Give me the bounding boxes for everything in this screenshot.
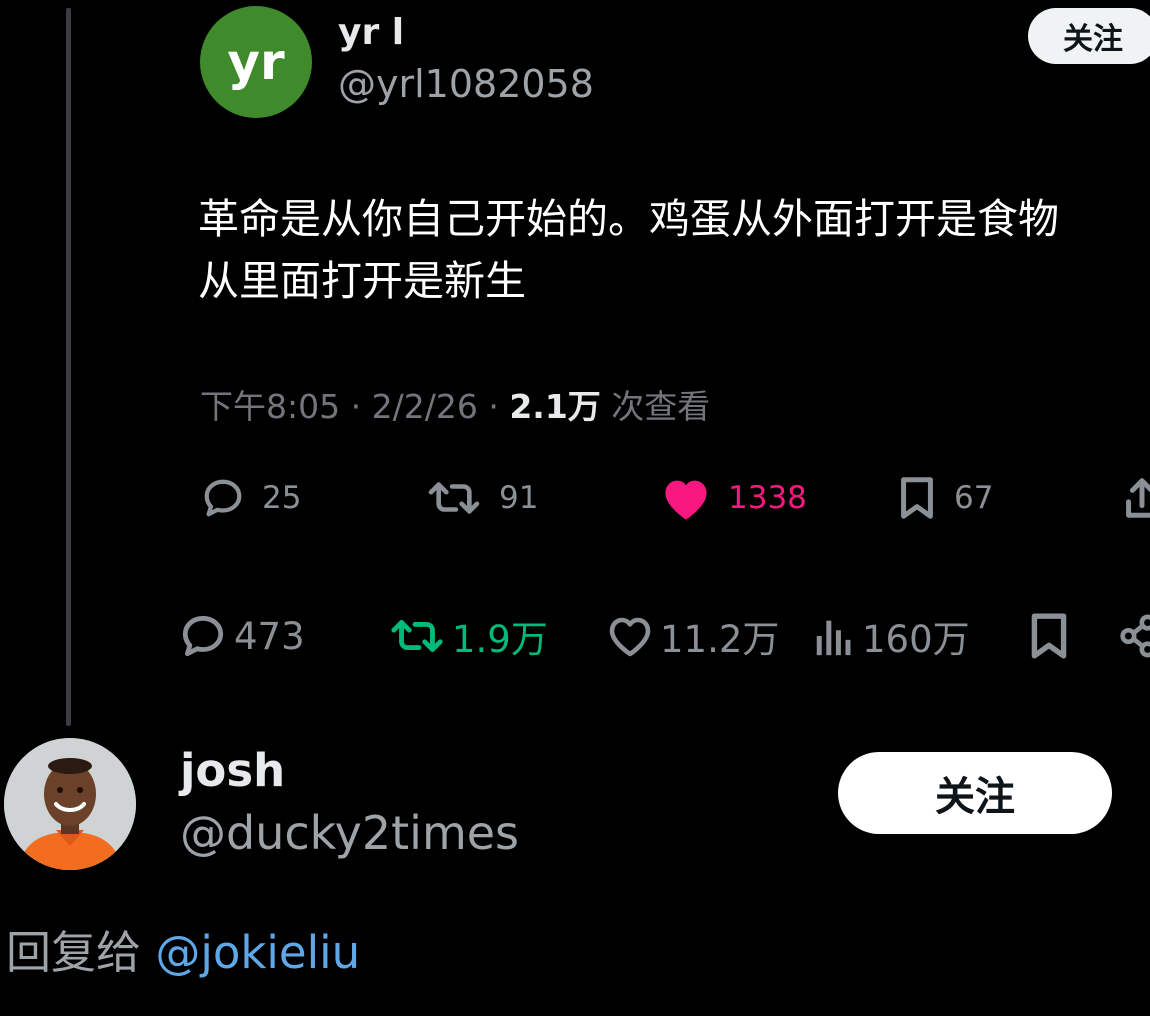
- views-count: 2.1万: [509, 387, 601, 426]
- bookmark-icon: [901, 477, 933, 519]
- reply-icon: [182, 615, 224, 657]
- outer-retweet-count: 1.9万: [452, 618, 548, 661]
- heart-filled-icon: [665, 480, 707, 520]
- reply-author-name[interactable]: josh: [180, 744, 285, 797]
- thread-line: [66, 8, 71, 726]
- josh-avatar[interactable]: [4, 738, 136, 870]
- quoted-author-name[interactable]: yr l: [338, 12, 404, 53]
- tweet-date[interactable]: 2/2/26: [372, 387, 478, 426]
- share-action[interactable]: [1122, 470, 1150, 526]
- reply-action[interactable]: 25: [200, 470, 301, 526]
- outer-views-count: 160万: [862, 618, 970, 661]
- views-label: 次查看: [611, 387, 711, 426]
- share-icon: [1126, 478, 1150, 518]
- retweet-icon: [391, 620, 443, 652]
- bookmark-action[interactable]: 67: [896, 470, 993, 526]
- retweet-icon: [428, 482, 480, 514]
- heart-icon: [609, 617, 651, 657]
- quoted-tweet-text: 革命是从你自己开始的。鸡蛋从外面打开是食物 从里面打开是新生: [198, 188, 1150, 312]
- outer-reply-count: 473: [234, 614, 305, 658]
- tweet-time[interactable]: 下午8:05: [200, 387, 340, 426]
- outer-views-action[interactable]: 160万: [812, 605, 970, 667]
- reply-count: 25: [262, 480, 302, 516]
- avatar-initials: yr: [227, 33, 285, 91]
- reply-author-handle[interactable]: @ducky2times: [180, 806, 519, 860]
- outer-share-action[interactable]: [1118, 605, 1150, 667]
- outer-bookmark-action[interactable]: [1028, 605, 1070, 667]
- meta-separator: ·: [350, 387, 362, 426]
- quoted-follow-button[interactable]: 关注: [1028, 8, 1150, 64]
- tweet-meta: 下午8:05 · 2/2/26 · 2.1万 次查看: [200, 380, 710, 428]
- reply-icon: [204, 479, 242, 517]
- like-action[interactable]: 1338: [660, 470, 807, 526]
- quoted-author-handle[interactable]: @yrl1082058: [338, 62, 594, 106]
- replying-to-label: 回复给: [6, 926, 142, 979]
- tweet-text-line-2: 从里面打开是新生: [198, 257, 526, 305]
- yrl-avatar[interactable]: yr: [200, 6, 312, 118]
- replying-to: 回复给 @jokieliu: [6, 916, 360, 981]
- bookmark-count: 67: [954, 480, 994, 516]
- watermark-mark: [1006, 984, 1136, 1004]
- like-count: 1338: [728, 480, 807, 516]
- outer-like-count: 11.2万: [660, 618, 780, 661]
- replying-to-mention[interactable]: @jokieliu: [155, 926, 360, 979]
- profile-photo-icon: [4, 738, 136, 870]
- retweet-count: 91: [499, 480, 539, 516]
- outer-like-action[interactable]: 11.2万: [606, 605, 779, 667]
- reply-follow-button[interactable]: 关注: [838, 752, 1112, 834]
- meta-separator: ·: [488, 387, 499, 426]
- retweet-action[interactable]: 91: [425, 470, 538, 526]
- tweet-text-line-1: 革命是从你自己开始的。鸡蛋从外面打开是食物: [198, 195, 1059, 243]
- share-nodes-icon: [1120, 614, 1150, 658]
- bookmark-icon: [1031, 613, 1067, 659]
- outer-reply-action[interactable]: 473: [178, 605, 305, 667]
- analytics-icon: [816, 620, 851, 656]
- outer-retweet-action[interactable]: 1.9万: [388, 605, 548, 667]
